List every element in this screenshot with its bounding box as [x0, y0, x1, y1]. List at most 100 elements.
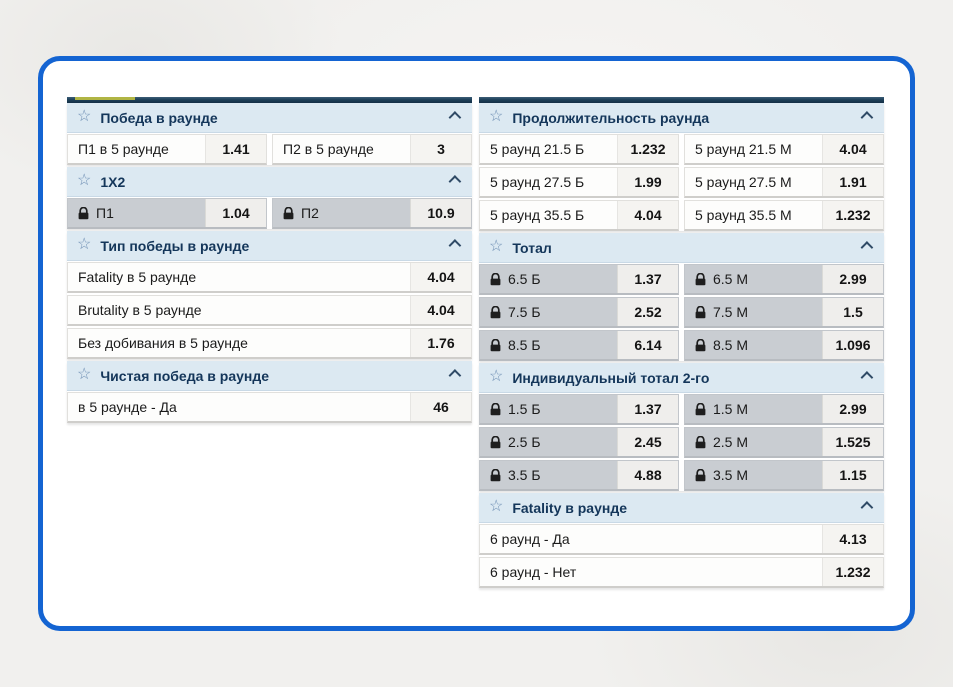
- bet-option-label: 8.5 Б: [508, 337, 541, 353]
- collapse-chevron-icon[interactable]: [859, 111, 872, 124]
- favorite-star-icon[interactable]: ☆: [77, 237, 91, 253]
- market-section-header[interactable]: ☆ Продолжительность раунда: [479, 103, 884, 133]
- bet-option: 8.5 М 1.096: [684, 330, 884, 361]
- favorite-star-icon[interactable]: ☆: [489, 109, 503, 125]
- market-section-header[interactable]: ☆ Fatality в раунде: [479, 493, 884, 523]
- market-section-title: Победа в раунде: [100, 110, 447, 126]
- bet-option[interactable]: 6 раунд - Да 4.13: [479, 524, 884, 555]
- market-section-body: 5 раунд 21.5 Б 1.232 5 раунд 21.5 М 4.04…: [479, 134, 884, 231]
- market-section-body: в 5 раунде - Да 46: [67, 392, 472, 423]
- collapse-chevron-icon[interactable]: [859, 501, 872, 514]
- bet-option-label: П2 в 5 раунде: [283, 141, 374, 157]
- lock-icon: [695, 306, 706, 319]
- bet-option-label: 7.5 Б: [508, 304, 541, 320]
- bet-option-odds: 6.14: [617, 331, 678, 359]
- top-bar-highlight: [75, 97, 135, 100]
- bet-option-label: 2.5 М: [713, 434, 748, 450]
- bet-option: 6.5 Б 1.37: [479, 264, 679, 295]
- bet-option-odds: 4.13: [822, 525, 883, 553]
- bet-option[interactable]: 5 раунд 27.5 Б 1.99: [479, 167, 679, 198]
- markets-column-right: ☆ Продолжительность раунда 5 раунд 21.5 …: [479, 97, 884, 588]
- favorite-star-icon[interactable]: ☆: [77, 109, 91, 125]
- bet-option[interactable]: П1 в 5 раунде 1.41: [67, 134, 267, 165]
- favorite-star-icon[interactable]: ☆: [489, 239, 503, 255]
- collapse-chevron-icon[interactable]: [447, 239, 460, 252]
- bet-option-label-area: П1: [68, 199, 205, 227]
- bet-option-label-area: 6 раунд - Да: [480, 525, 822, 553]
- favorite-star-icon[interactable]: ☆: [489, 369, 503, 385]
- bet-option[interactable]: 5 раунд 21.5 М 4.04: [684, 134, 884, 165]
- bet-option[interactable]: 5 раунд 35.5 М 1.232: [684, 200, 884, 231]
- odds-row: 2.5 Б 2.45 2.5 М 1.525: [479, 427, 884, 458]
- bet-option-odds: 1.232: [822, 558, 883, 586]
- market-section-header[interactable]: ☆ Тип победы в раунде: [67, 231, 472, 261]
- bet-option-odds: 1.37: [617, 395, 678, 423]
- bet-option-label-area: 5 раунд 27.5 Б: [480, 168, 617, 196]
- market-section-header[interactable]: ☆ Индивидуальный тотал 2-го: [479, 363, 884, 393]
- collapse-chevron-icon[interactable]: [859, 371, 872, 384]
- bet-option-label: П1: [96, 205, 114, 221]
- bet-option-odds: 4.88: [617, 461, 678, 489]
- bet-option-label-area: П2: [273, 199, 410, 227]
- favorite-star-icon[interactable]: ☆: [77, 367, 91, 383]
- market-section-body: П1 1.04 П2 10.9: [67, 198, 472, 229]
- collapse-chevron-icon[interactable]: [447, 369, 460, 382]
- bet-option[interactable]: 5 раунд 27.5 М 1.91: [684, 167, 884, 198]
- market-section: ☆ Тотал 6.5 Б 1.37 6.5 М 2: [479, 233, 884, 361]
- lock-icon: [490, 306, 501, 319]
- collapse-chevron-icon[interactable]: [447, 175, 460, 188]
- markets-column-left: ☆ Победа в раунде П1 в 5 раунде 1.41 П2 …: [67, 97, 472, 423]
- market-section-header[interactable]: ☆ Чистая победа в раунде: [67, 361, 472, 391]
- bet-option-odds: 2.99: [822, 265, 883, 293]
- markets-columns: ☆ Победа в раунде П1 в 5 раунде 1.41 П2 …: [43, 61, 910, 588]
- market-section-header[interactable]: ☆ Победа в раунде: [67, 103, 472, 133]
- odds-row: 5 раунд 27.5 Б 1.99 5 раунд 27.5 М 1.91: [479, 167, 884, 198]
- market-section: ☆ Тип победы в раунде Fatality в 5 раунд…: [67, 231, 472, 359]
- bet-option-odds: 1.232: [822, 201, 883, 229]
- bet-option: 3.5 М 1.15: [684, 460, 884, 491]
- bet-option-label-area: в 5 раунде - Да: [68, 393, 410, 421]
- bet-option-label-area: 6.5 М: [685, 265, 822, 293]
- bet-option-label: 3.5 М: [713, 467, 748, 483]
- bet-option-label-area: 8.5 Б: [480, 331, 617, 359]
- lock-icon: [695, 273, 706, 286]
- bet-option[interactable]: Без добивания в 5 раунде 1.76: [67, 328, 472, 359]
- odds-row: Fatality в 5 раунде 4.04: [67, 262, 472, 293]
- bet-option-label: 5 раунд 27.5 М: [695, 174, 792, 190]
- bet-option[interactable]: 5 раунд 35.5 Б 4.04: [479, 200, 679, 231]
- bet-option-label: в 5 раунде - Да: [78, 399, 177, 415]
- page-background: ☆ Победа в раунде П1 в 5 раунде 1.41 П2 …: [0, 0, 953, 687]
- bet-option-odds: 1.41: [205, 135, 266, 163]
- market-section-header[interactable]: ☆ 1X2: [67, 167, 472, 197]
- bet-option[interactable]: Brutality в 5 раунде 4.04: [67, 295, 472, 326]
- bet-option[interactable]: 5 раунд 21.5 Б 1.232: [479, 134, 679, 165]
- lock-icon: [490, 273, 501, 286]
- bet-option-odds: 1.76: [410, 329, 471, 357]
- bet-option-label-area: 1.5 М: [685, 395, 822, 423]
- bet-option-odds: 2.45: [617, 428, 678, 456]
- bet-option-label: П2: [301, 205, 319, 221]
- bet-option[interactable]: Fatality в 5 раунде 4.04: [67, 262, 472, 293]
- bet-option-odds: 2.99: [822, 395, 883, 423]
- collapse-chevron-icon[interactable]: [447, 111, 460, 124]
- bet-option-label-area: 6.5 Б: [480, 265, 617, 293]
- bet-option-label-area: П2 в 5 раунде: [273, 135, 410, 163]
- market-section-header[interactable]: ☆ Тотал: [479, 233, 884, 263]
- bet-option[interactable]: в 5 раунде - Да 46: [67, 392, 472, 423]
- lock-icon: [490, 339, 501, 352]
- favorite-star-icon[interactable]: ☆: [77, 173, 91, 189]
- odds-row: 7.5 Б 2.52 7.5 М 1.5: [479, 297, 884, 328]
- lock-icon: [78, 207, 89, 220]
- bet-option-label: 6.5 Б: [508, 271, 541, 287]
- bet-option-label-area: П1 в 5 раунде: [68, 135, 205, 163]
- bet-option-label: 6 раунд - Нет: [490, 564, 576, 580]
- collapse-chevron-icon[interactable]: [859, 241, 872, 254]
- bet-option[interactable]: П2 в 5 раунде 3: [272, 134, 472, 165]
- odds-row: П1 1.04 П2 10.9: [67, 198, 472, 229]
- column-top-bar: [67, 97, 472, 103]
- odds-row: 5 раунд 35.5 Б 4.04 5 раунд 35.5 М 1.232: [479, 200, 884, 231]
- bet-option: П1 1.04: [67, 198, 267, 229]
- bet-option-label: 5 раунд 21.5 Б: [490, 141, 584, 157]
- bet-option[interactable]: 6 раунд - Нет 1.232: [479, 557, 884, 588]
- favorite-star-icon[interactable]: ☆: [489, 499, 503, 515]
